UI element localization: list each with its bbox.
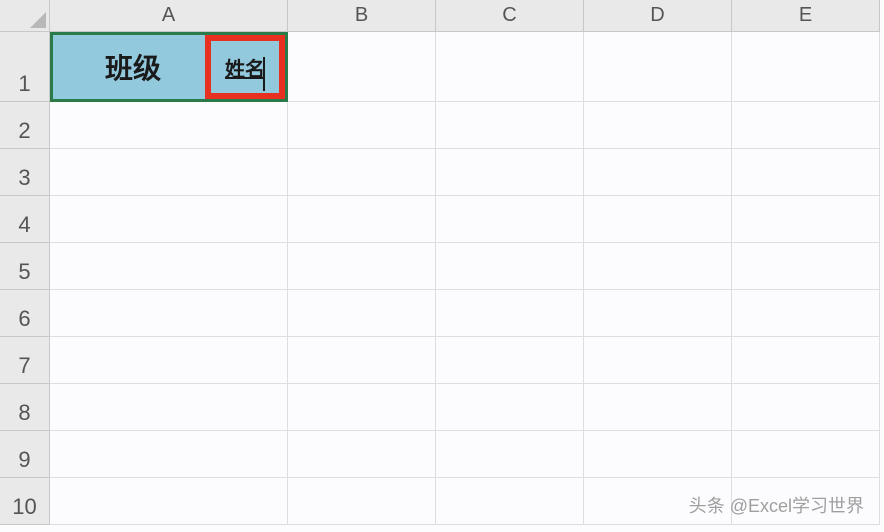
row-header-4[interactable]: 4: [0, 196, 50, 243]
cell-a5[interactable]: [50, 243, 288, 290]
row-header-6[interactable]: 6: [0, 290, 50, 337]
select-all-icon: [30, 12, 46, 28]
text-cursor: [263, 57, 265, 91]
row-header-7[interactable]: 7: [0, 337, 50, 384]
cell-a1-highlight-box: 姓名: [205, 35, 285, 99]
cell-c2[interactable]: [436, 102, 584, 149]
cell-a1-right-text: 姓名: [225, 53, 265, 82]
row-header-8[interactable]: 8: [0, 384, 50, 431]
cell-b4[interactable]: [288, 196, 436, 243]
cell-b9[interactable]: [288, 431, 436, 478]
cell-c9[interactable]: [436, 431, 584, 478]
cell-a6[interactable]: [50, 290, 288, 337]
cell-a1-left-text: 班级: [53, 47, 205, 87]
select-all-corner[interactable]: [0, 0, 50, 32]
col-header-d[interactable]: D: [584, 0, 732, 32]
cell-a7[interactable]: [50, 337, 288, 384]
row-header-3[interactable]: 3: [0, 149, 50, 196]
cell-c1[interactable]: [436, 32, 584, 102]
watermark-text: 头条 @Excel学习世界: [689, 492, 864, 518]
col-header-c[interactable]: C: [436, 0, 584, 32]
cell-d4[interactable]: [584, 196, 732, 243]
cell-d2[interactable]: [584, 102, 732, 149]
cell-d6[interactable]: [584, 290, 732, 337]
spreadsheet-grid: A B C D E 1 班级 姓名 2 3 4 5 6 7 8: [0, 0, 884, 525]
cell-e4[interactable]: [732, 196, 880, 243]
cell-a8[interactable]: [50, 384, 288, 431]
cell-a3[interactable]: [50, 149, 288, 196]
cell-e7[interactable]: [732, 337, 880, 384]
cell-a1-selected[interactable]: 班级 姓名: [50, 32, 288, 102]
cell-e9[interactable]: [732, 431, 880, 478]
cell-c6[interactable]: [436, 290, 584, 337]
cell-d8[interactable]: [584, 384, 732, 431]
cell-c5[interactable]: [436, 243, 584, 290]
cell-b1[interactable]: [288, 32, 436, 102]
cell-e5[interactable]: [732, 243, 880, 290]
cell-a10[interactable]: [50, 478, 288, 525]
cell-c3[interactable]: [436, 149, 584, 196]
col-header-a[interactable]: A: [50, 0, 288, 32]
row-header-10[interactable]: 10: [0, 478, 50, 525]
cell-d5[interactable]: [584, 243, 732, 290]
cell-b2[interactable]: [288, 102, 436, 149]
row-header-1[interactable]: 1: [0, 32, 50, 102]
cell-e2[interactable]: [732, 102, 880, 149]
cell-b5[interactable]: [288, 243, 436, 290]
cell-d3[interactable]: [584, 149, 732, 196]
cell-c4[interactable]: [436, 196, 584, 243]
cell-b7[interactable]: [288, 337, 436, 384]
cell-d1[interactable]: [584, 32, 732, 102]
cell-e1[interactable]: [732, 32, 880, 102]
cell-a2[interactable]: [50, 102, 288, 149]
row-header-2[interactable]: 2: [0, 102, 50, 149]
cell-e3[interactable]: [732, 149, 880, 196]
cell-a9[interactable]: [50, 431, 288, 478]
cell-b6[interactable]: [288, 290, 436, 337]
cell-e8[interactable]: [732, 384, 880, 431]
cell-d7[interactable]: [584, 337, 732, 384]
cell-c10[interactable]: [436, 478, 584, 525]
cell-e6[interactable]: [732, 290, 880, 337]
cell-a4[interactable]: [50, 196, 288, 243]
cell-b10[interactable]: [288, 478, 436, 525]
col-header-e[interactable]: E: [732, 0, 880, 32]
cell-b3[interactable]: [288, 149, 436, 196]
cell-c8[interactable]: [436, 384, 584, 431]
row-header-5[interactable]: 5: [0, 243, 50, 290]
cell-c7[interactable]: [436, 337, 584, 384]
cell-d9[interactable]: [584, 431, 732, 478]
row-header-9[interactable]: 9: [0, 431, 50, 478]
col-header-b[interactable]: B: [288, 0, 436, 32]
cell-b8[interactable]: [288, 384, 436, 431]
